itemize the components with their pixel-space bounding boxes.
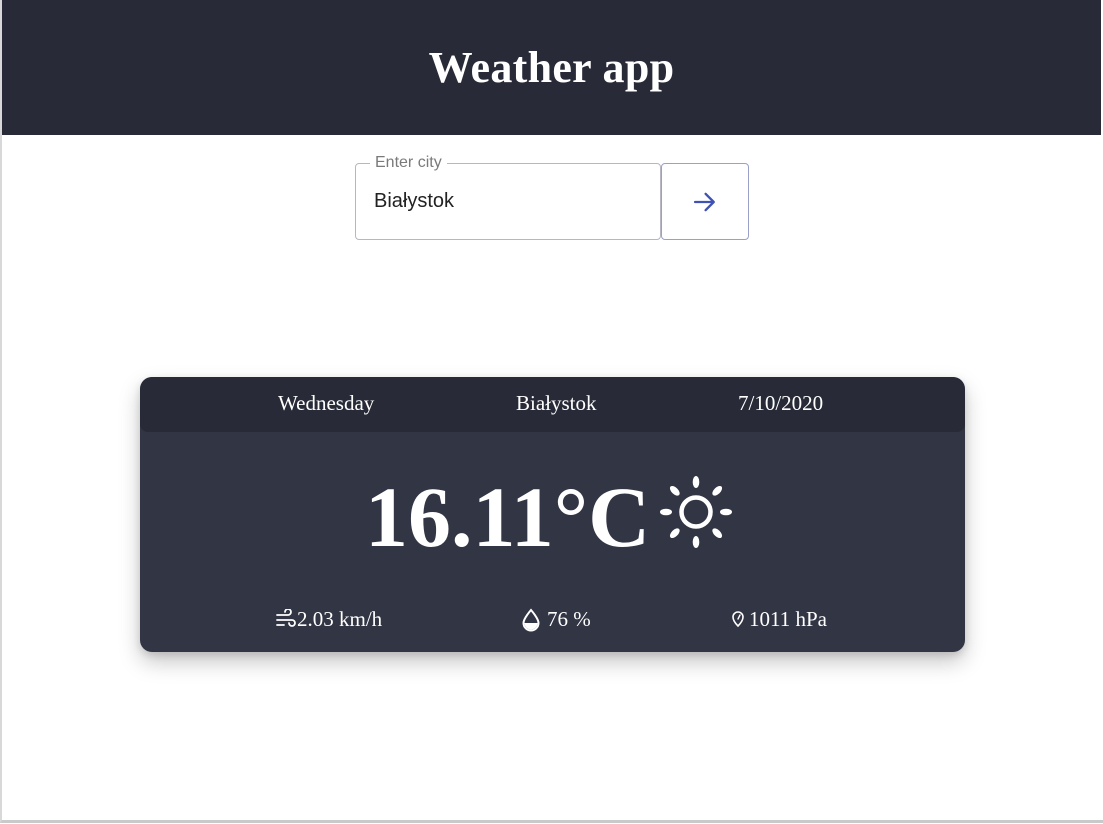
weather-card: Wednesday Białystok 7/10/2020 16.11°C 2.…	[140, 377, 965, 652]
app-header: Weather app	[2, 0, 1101, 135]
city-search-form: Enter city	[355, 154, 749, 240]
wind-value: 2.03 km/h	[297, 607, 383, 631]
humidity-stat: 76 %	[520, 607, 591, 632]
city-field[interactable]: Enter city	[355, 154, 661, 240]
pressure-stat: 1011 hPa	[730, 607, 827, 632]
wind-stat: 2.03 km/h	[275, 607, 382, 632]
city-input[interactable]	[374, 185, 644, 217]
app-title: Weather app	[428, 43, 675, 92]
pressure-value: 1011 hPa	[749, 607, 827, 631]
wind-icon	[276, 608, 296, 627]
humidity-value: 76 %	[547, 607, 591, 631]
temperature-row: 16.11°C	[140, 469, 965, 565]
weekday-label: Wednesday	[278, 391, 375, 415]
search-submit-button[interactable]	[661, 163, 749, 240]
arrow-right-icon	[693, 192, 715, 211]
temperature-value: 16.11°C	[365, 469, 651, 565]
city-label: Białystok	[516, 391, 597, 415]
city-field-label: Enter city	[370, 154, 447, 172]
date-label: 7/10/2020	[738, 391, 824, 415]
weather-card-header: Wednesday Białystok 7/10/2020	[140, 377, 965, 432]
pressure-gauge-icon	[732, 610, 744, 627]
weather-stats: 2.03 km/h 76 % 1011 hPa	[140, 607, 965, 637]
sun-icon	[660, 476, 732, 548]
water-drop-icon	[522, 607, 540, 631]
